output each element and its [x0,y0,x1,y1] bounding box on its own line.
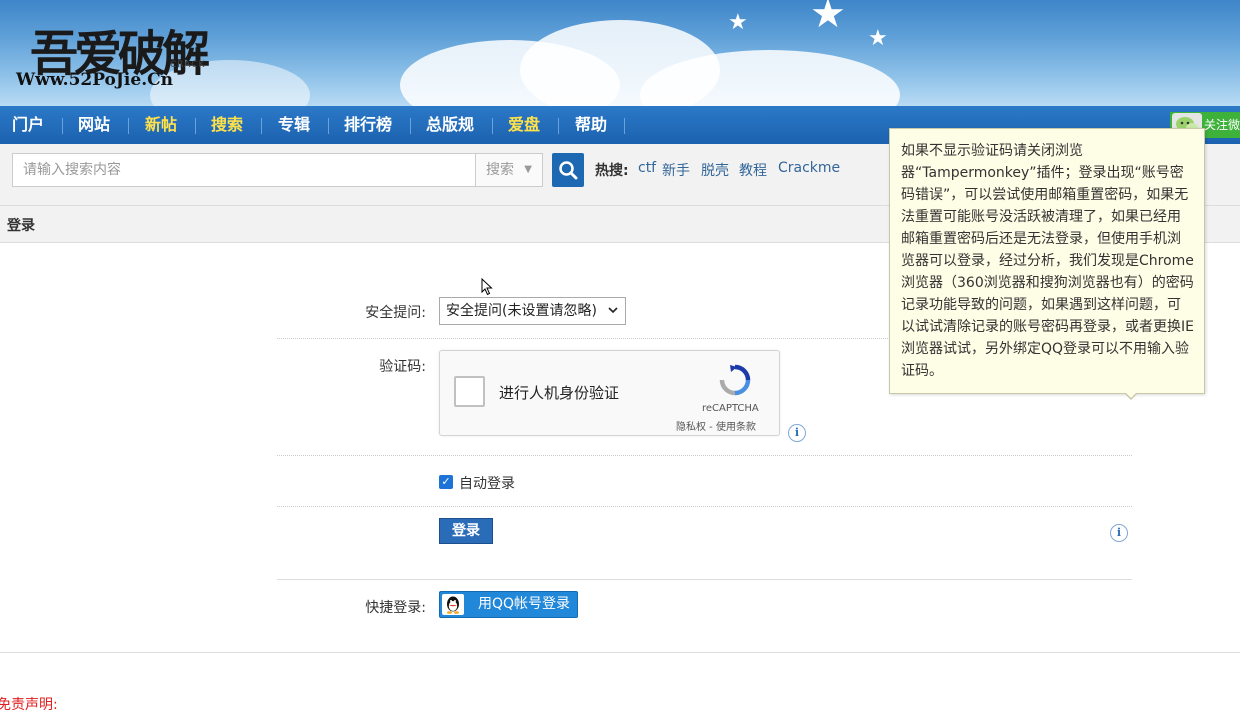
nav-item-rules[interactable]: 总版规 [426,106,474,144]
search-input[interactable]: 请输入搜索内容 [12,153,476,187]
nav-separator [62,118,63,134]
search-type-value: 搜索 [486,162,514,178]
qq-penguin-icon [442,594,464,615]
divider [277,506,1132,507]
nav-item-ranking[interactable]: 排行榜 [344,106,392,144]
star-icon: ★ [810,0,846,37]
recaptcha-label: 进行人机身份验证 [499,384,620,402]
login-submit-button[interactable]: 登录 [439,518,493,544]
star-icon: ★ [728,10,748,35]
info-icon[interactable]: i [788,424,806,442]
recaptcha-link-separator: - [706,422,716,433]
nav-separator [558,118,559,134]
nav-separator [195,118,196,134]
tooltip-text: 如果不显示验证码请关闭浏览器“Tampermonkey”插件；登录出现“账号密码… [901,143,1194,379]
recaptcha-terms-link[interactable]: 使用条款 [716,422,756,433]
qq-login-button[interactable]: 用QQ帐号登录 [439,591,578,618]
security-question-value: 安全提问(未设置请忽略) [446,303,597,319]
logo-crack-text: CRACK [170,60,206,70]
recaptcha-logo-icon [719,364,751,396]
nav-separator [128,118,129,134]
captcha-label: 验证码: [379,359,426,375]
recaptcha-widget: 进行人机身份验证 reCAPTCHA 隐私权 - 使用条款 [439,350,780,436]
nav-item-albums[interactable]: 专辑 [278,106,310,144]
site-logo[interactable]: 吾爱破解 CRACK Www.52PoJie.Cn [12,10,222,96]
page-title: 登录 [7,218,35,234]
divider [0,652,1240,653]
recaptcha-links: 隐私权 - 使用条款 [676,418,756,433]
star-icon: ★ [868,26,888,51]
nav-item-aipan[interactable]: 爱盘 [508,106,540,144]
disclaimer-title: 免责声明: [0,697,58,713]
security-question-select[interactable]: 安全提问(未设置请忽略) [439,297,626,325]
hot-search-link[interactable]: ctf [638,160,656,176]
search-type-select[interactable]: 搜索 ▼ [475,153,543,187]
hot-search-link[interactable]: 教程 [739,160,767,180]
divider [277,579,1132,580]
nav-item-new-posts[interactable]: 新帖 [145,106,177,144]
caret-down-icon: ▼ [524,164,532,175]
divider [277,455,1132,456]
quick-login-label: 快捷登录: [365,600,426,616]
auto-login-checkbox[interactable]: ✓ [439,475,453,489]
nav-item-portal[interactable]: 门户 [12,106,44,144]
tooltip-arrow-inner [1125,392,1137,398]
recaptcha-privacy-link[interactable]: 隐私权 [676,422,706,433]
nav-item-website[interactable]: 网站 [78,106,110,144]
nav-separator [261,118,262,134]
nav-item-search[interactable]: 搜索 [211,106,243,144]
recaptcha-checkbox[interactable] [454,376,485,407]
auto-login-label[interactable]: 自动登录 [459,473,515,493]
login-help-tooltip: 如果不显示验证码请关闭浏览器“Tampermonkey”插件；登录出现“账号密码… [889,128,1205,394]
nav-separator [328,118,329,134]
logo-url: Www.52PoJie.Cn [16,70,174,90]
hot-search-link[interactable]: Crackme [778,160,840,176]
search-button[interactable] [552,153,584,187]
hot-search-label: 热搜: [595,163,629,179]
info-icon[interactable]: i [1110,524,1128,542]
mouse-cursor-icon [481,278,493,296]
nav-separator [624,118,625,134]
wechat-label: 关注微 [1204,118,1240,132]
nav-separator [492,118,493,134]
hot-search-link[interactable]: 脱壳 [701,160,729,180]
search-icon [559,161,578,180]
nav-separator [410,118,411,134]
qq-login-label: 用QQ帐号登录 [478,596,571,612]
nav-item-help[interactable]: 帮助 [575,106,607,144]
security-question-label: 安全提问: [365,305,426,321]
hot-search-link[interactable]: 新手 [662,160,690,180]
header-banner: ★ ★ ★ 吾爱破解 CRACK Www.52PoJie.Cn [0,0,1240,106]
recaptcha-brand: reCAPTCHA [702,403,759,414]
chevron-down-icon [607,298,619,333]
